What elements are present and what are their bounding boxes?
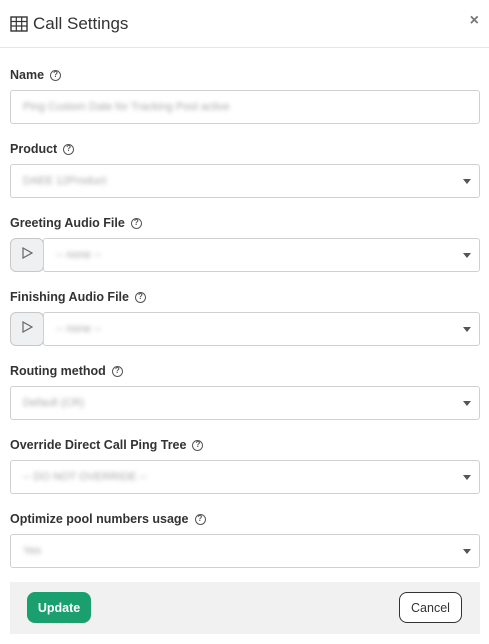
greeting-audio-value: -- none -- bbox=[56, 249, 102, 261]
greeting-field-label: Greeting Audio File? bbox=[10, 215, 480, 231]
update-button[interactable]: Update bbox=[27, 592, 91, 623]
routing-label: Routing method bbox=[10, 364, 106, 378]
greeting-audio-select[interactable]: -- none -- bbox=[43, 238, 480, 272]
close-icon[interactable]: × bbox=[470, 12, 479, 30]
product-field-label: Product? bbox=[10, 141, 480, 157]
product-select-value: DAEE 12Product bbox=[23, 175, 107, 187]
help-icon[interactable]: ? bbox=[192, 439, 204, 451]
dialog-footer: Update Cancel bbox=[10, 582, 480, 634]
name-input-value: Ping Custom Date for Tracking Pool activ… bbox=[23, 101, 230, 113]
chevron-down-icon bbox=[463, 179, 471, 184]
override-field-label: Override Direct Call Ping Tree? bbox=[10, 437, 480, 453]
play-icon bbox=[21, 320, 34, 338]
help-icon[interactable]: ? bbox=[63, 143, 75, 155]
table-grid-icon bbox=[10, 15, 28, 32]
override-ping-tree-value: -- DO NOT OVERRIDE -- bbox=[23, 471, 147, 483]
help-icon[interactable]: ? bbox=[134, 291, 146, 303]
chevron-down-icon bbox=[463, 401, 471, 406]
optimize-pool-select[interactable]: Yes bbox=[10, 534, 480, 568]
dialog-header: Call Settings × bbox=[0, 0, 489, 48]
product-select[interactable]: DAEE 12Product bbox=[10, 164, 480, 198]
optimize-field-label: Optimize pool numbers usage? bbox=[10, 511, 480, 527]
finishing-label: Finishing Audio File bbox=[10, 290, 129, 304]
chevron-down-icon bbox=[463, 253, 471, 258]
chevron-down-icon bbox=[463, 549, 471, 554]
routing-method-select[interactable]: Default (CR) bbox=[10, 386, 480, 420]
product-label: Product bbox=[10, 142, 58, 156]
finishing-play-button[interactable] bbox=[10, 312, 44, 346]
routing-method-value: Default (CR) bbox=[23, 397, 85, 409]
help-icon[interactable]: ? bbox=[111, 365, 123, 377]
finishing-audio-select[interactable]: -- none -- bbox=[43, 312, 480, 346]
cancel-button[interactable]: Cancel bbox=[399, 592, 462, 623]
help-icon[interactable]: ? bbox=[50, 69, 62, 81]
override-label: Override Direct Call Ping Tree bbox=[10, 438, 187, 452]
dialog-title: Call Settings bbox=[33, 13, 129, 33]
help-icon[interactable]: ? bbox=[130, 217, 142, 229]
optimize-pool-value: Yes bbox=[23, 545, 41, 557]
chevron-down-icon bbox=[463, 327, 471, 332]
name-input[interactable]: Ping Custom Date for Tracking Pool activ… bbox=[10, 90, 480, 124]
chevron-down-icon bbox=[463, 475, 471, 480]
routing-field-label: Routing method? bbox=[10, 363, 480, 379]
greeting-label: Greeting Audio File bbox=[10, 216, 125, 230]
name-label: Name bbox=[10, 68, 45, 82]
finishing-audio-value: -- none -- bbox=[56, 323, 102, 335]
greeting-play-button[interactable] bbox=[10, 238, 44, 272]
override-ping-tree-select[interactable]: -- DO NOT OVERRIDE -- bbox=[10, 460, 480, 494]
play-icon bbox=[21, 246, 34, 264]
optimize-label: Optimize pool numbers usage bbox=[10, 512, 189, 526]
name-field-label: Name? bbox=[10, 67, 480, 83]
finishing-field-label: Finishing Audio File? bbox=[10, 289, 480, 305]
help-icon[interactable]: ? bbox=[194, 513, 206, 525]
